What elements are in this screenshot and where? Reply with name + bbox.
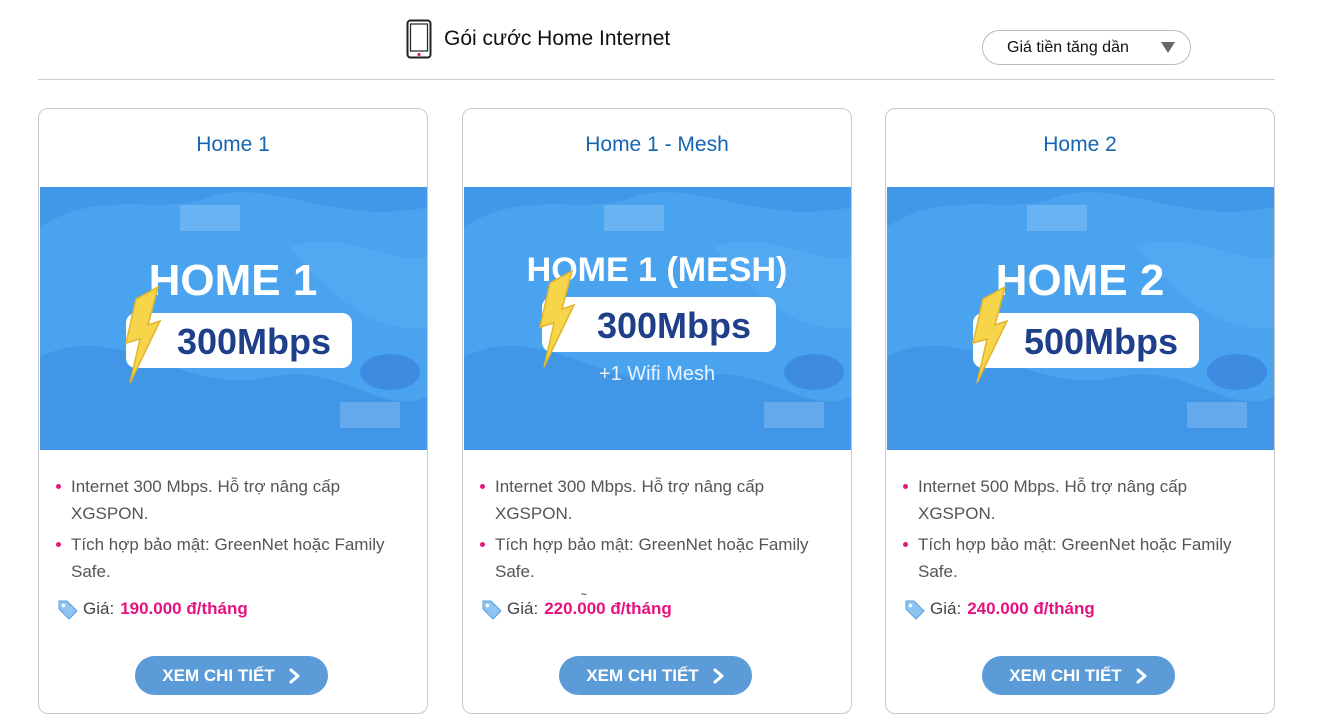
feature-list: Internet 300 Mbps. Hỗ trợ nâng cấp XGSPO… xyxy=(479,473,834,595)
feature-item: Internet 500 Mbps. Hỗ trợ nâng cấp XGSPO… xyxy=(902,473,1257,527)
feature-item: Internet 300 Mbps. Hỗ trợ nâng cấp XGSPO… xyxy=(55,473,410,527)
plan-banner-image[interactable]: HOME 2 500Mbps xyxy=(887,187,1274,450)
chevron-right-icon xyxy=(1136,668,1147,683)
feature-item: Internet 300 Mbps. Hỗ trợ nâng cấp XGSPO… xyxy=(479,473,834,527)
price-value: 240.000 đ/tháng xyxy=(967,599,1095,618)
banner-title: HOME 1 xyxy=(149,256,318,305)
view-details-label: XEM CHI TIẾT xyxy=(1009,665,1122,685)
banner-speed: 500Mbps xyxy=(1024,321,1178,362)
price-value: 190.000 đ/tháng xyxy=(120,599,248,618)
feature-item: Tặng 1 tháng khi đóng cước trước 12 xyxy=(902,589,1257,595)
chevron-right-icon xyxy=(289,668,300,683)
page-title: Gói cước Home Internet xyxy=(444,27,671,50)
feature-list: Internet 300 Mbps. Hỗ trợ nâng cấp XGSPO… xyxy=(55,473,410,595)
plan-banner-image[interactable]: HOME 1 300Mbps xyxy=(40,187,427,450)
plan-card: Home 1 HOME 1 300Mbps Internet 300 Mbps.… xyxy=(38,108,428,714)
plan-title[interactable]: Home 2 xyxy=(886,133,1274,157)
feature-item: Tích hợp bảo mật: GreenNet hoặc Family S… xyxy=(479,531,834,585)
banner-speed: 300Mbps xyxy=(177,321,331,362)
price-label: Giá: xyxy=(930,599,962,618)
price-tag-icon xyxy=(58,600,78,620)
view-details-button[interactable]: XEM CHI TIẾT xyxy=(982,656,1175,695)
caret-down-icon[interactable] xyxy=(1161,42,1175,53)
feature-item: Tặng 1 tháng khi đóng cước trước 12 xyxy=(55,589,410,595)
page-header: Gói cước Home Internet Giá tiền tăng dần xyxy=(38,0,1275,80)
sort-select[interactable]: Giá tiền tăng dần xyxy=(982,30,1191,65)
feature-item: Tích hợp bảo mật: GreenNet hoặc Family S… xyxy=(902,531,1257,585)
chevron-right-icon xyxy=(713,668,724,683)
price-label: Giá: xyxy=(83,599,115,618)
plan-card: Home 1 - Mesh HOME 1 (MESH) 300Mbps +1 W… xyxy=(462,108,852,714)
phone-icon xyxy=(406,19,432,59)
banner-speed: 300Mbps xyxy=(597,305,751,346)
feature-item: Tích hợp bảo mật: GreenNet hoặc Family S… xyxy=(55,531,410,585)
price-value: 220.000 đ/tháng xyxy=(544,599,672,618)
price-row: Giá: 240.000 đ/tháng xyxy=(904,597,1101,621)
plan-title[interactable]: Home 1 - Mesh xyxy=(463,133,851,157)
plan-banner-image[interactable]: HOME 1 (MESH) 300Mbps +1 Wifi Mesh xyxy=(464,187,851,450)
view-details-button[interactable]: XEM CHI TIẾT xyxy=(559,656,752,695)
title-wrap: Gói cước Home Internet xyxy=(406,18,670,60)
banner-extra: +1 Wifi Mesh xyxy=(599,363,715,385)
price-tag-icon xyxy=(905,600,925,620)
price-label: Giá: xyxy=(507,599,539,618)
view-details-label: XEM CHI TIẾT xyxy=(162,665,275,685)
view-details-button[interactable]: XEM CHI TIẾT xyxy=(135,656,328,695)
sort-select-value: Giá tiền tăng dần xyxy=(1007,38,1129,56)
banner-title: HOME 2 xyxy=(996,256,1165,305)
plan-card: Home 2 HOME 2 500Mbps Internet 500 Mbps.… xyxy=(885,108,1275,714)
price-row: Giá: 190.000 đ/tháng xyxy=(57,597,254,621)
price-tag-icon xyxy=(482,600,502,620)
view-details-label: XEM CHI TIẾT xyxy=(586,665,699,685)
plan-title[interactable]: Home 1 xyxy=(39,133,427,157)
feature-item: Trang bị miễn phí 01 Wifi Mesh 6 xyxy=(479,589,834,595)
price-row: Giá: 220.000 đ/tháng xyxy=(481,597,678,621)
feature-list: Internet 500 Mbps. Hỗ trợ nâng cấp XGSPO… xyxy=(902,473,1257,595)
